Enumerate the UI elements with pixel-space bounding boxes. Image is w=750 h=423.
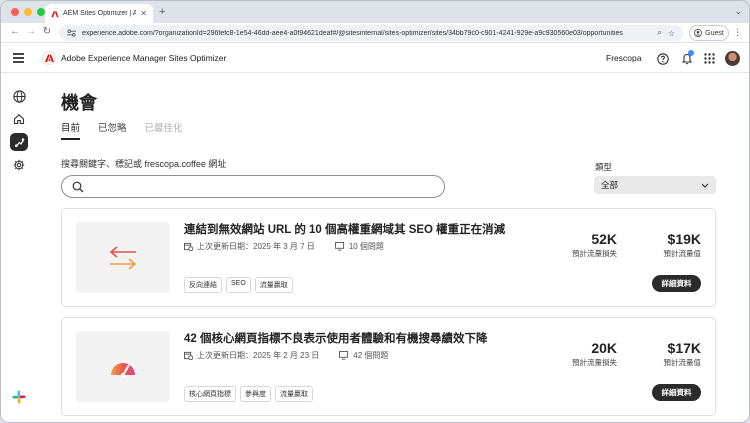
issues-count: 42 個問題 (353, 351, 389, 360)
card-tags: 反向連結 SEO 流量贏取 (184, 277, 293, 293)
tab-ignored[interactable]: 已忽略 (98, 120, 127, 140)
issues-screen-icon (334, 242, 344, 251)
left-rail (1, 73, 37, 422)
card-tags: 核心網頁指標 參與度 流量贏取 (184, 386, 313, 402)
type-filter-label: 類型 (595, 162, 613, 172)
bookmark-star-icon[interactable]: ☆ (668, 29, 675, 38)
address-bar[interactable]: experience.adobe.com/?organizationId=296… (59, 25, 683, 41)
calendar-clock-icon (184, 242, 193, 251)
traffic-value-metric: $17K 預計流量值 (664, 340, 702, 368)
browser-tab-title: AEM Sites Optimizer | Adobe (63, 10, 136, 17)
main-content: 機會 目前 已忽略 已最佳化 搜尋關鍵字、標記或 frescopa.coffee… (37, 73, 749, 422)
browser-tab-strip: AEM Sites Optimizer | Adobe ✕ + ⌄ (1, 1, 749, 23)
details-button[interactable]: 詳細資料 (652, 275, 701, 292)
app-title: Adobe Experience Manager Sites Optimizer (61, 53, 227, 63)
app-header: Adobe Experience Manager Sites Optimizer… (1, 44, 749, 73)
traffic-value-value: $17K (667, 340, 701, 356)
notification-dot (688, 50, 694, 56)
card-title: 42 個核心網頁指標不良表示使用者體驗和有機搜尋績效下降 (184, 333, 488, 345)
traffic-value-label: 預計流量值 (663, 358, 702, 367)
traffic-value-metric: $19K 預計流量值 (664, 231, 702, 259)
url-text: experience.adobe.com/?organizationId=296… (82, 29, 623, 37)
redirect-arrows-icon (109, 245, 137, 270)
profile-label: Guest (705, 29, 724, 37)
tag[interactable]: 核心網頁指標 (184, 386, 236, 402)
card-meta: 上次更新日期：2025 年 2 月 23 日 42 個問題 (184, 350, 388, 361)
window-controls (11, 8, 45, 16)
chevron-down-icon (701, 183, 709, 188)
traffic-loss-value: 52K (591, 231, 617, 247)
help-icon[interactable] (656, 52, 669, 65)
back-button[interactable]: ← (9, 26, 21, 37)
guest-profile-icon (694, 29, 703, 37)
settings-gear-icon[interactable] (10, 156, 28, 174)
page-title: 機會 (61, 93, 97, 113)
traffic-loss-label: 預計流量損失 (572, 358, 617, 367)
type-filter-select[interactable]: 全部 (594, 176, 716, 194)
org-switcher[interactable]: Frescopa (606, 53, 641, 63)
browser-window: AEM Sites Optimizer | Adobe ✕ + ⌄ ← → ↻ … (0, 0, 750, 423)
speed-gauge-icon (111, 362, 135, 377)
tag[interactable]: 流量贏取 (254, 277, 293, 293)
browser-toolbar: ← → ↻ experience.adobe.com/?organization… (1, 23, 749, 43)
new-tab-button[interactable]: + (159, 6, 165, 18)
browser-menu-icon[interactable]: ⋮ (733, 27, 742, 38)
search-field[interactable] (61, 175, 445, 198)
forward-button[interactable]: → (25, 26, 37, 37)
details-button[interactable]: 詳細資料 (652, 384, 701, 401)
adobe-logo-icon[interactable] (42, 51, 56, 65)
site-settings-icon[interactable] (67, 29, 76, 37)
tab-search-chevron-icon[interactable]: ⌄ (734, 6, 742, 17)
slack-icon[interactable] (12, 390, 26, 404)
opportunity-card[interactable]: 連結到無效網站 URL 的 10 個高權重網域其 SEO 權重正在消減 上次更新… (61, 208, 716, 307)
tab-current[interactable]: 目前 (61, 120, 81, 140)
traffic-loss-metric: 52K 預計流量損失 (572, 231, 617, 259)
traffic-loss-label: 預計流量損失 (572, 249, 617, 258)
minimize-window-button[interactable] (24, 8, 32, 16)
last-updated-text: 上次更新日期：2025 年 3 月 7 日 (197, 242, 315, 251)
maximize-window-button[interactable] (37, 8, 45, 16)
traffic-value-label: 預計流量值 (663, 249, 702, 258)
card-meta: 上次更新日期：2025 年 3 月 7 日 10 個問題 (184, 241, 384, 252)
tag[interactable]: 參與度 (240, 386, 271, 402)
type-filter-value: 全部 (601, 180, 619, 190)
hamburger-menu-icon[interactable] (13, 53, 24, 65)
zoom-icon[interactable]: ⌕ (657, 28, 661, 38)
tag[interactable]: SEO (226, 277, 251, 293)
opportunity-tabs: 目前 已忽略 已最佳化 (61, 120, 183, 140)
close-tab-icon[interactable]: ✕ (140, 9, 147, 18)
search-input[interactable] (88, 179, 438, 194)
reload-button[interactable]: ↻ (41, 26, 53, 37)
tab-optimized[interactable]: 已最佳化 (145, 120, 183, 140)
close-window-button[interactable] (11, 8, 19, 16)
home-icon[interactable] (10, 110, 28, 128)
traffic-value-value: $19K (667, 231, 701, 247)
globe-icon[interactable] (10, 87, 28, 105)
app-switcher-grid-icon[interactable] (703, 52, 716, 65)
notifications-bell-icon[interactable] (680, 50, 694, 65)
traffic-loss-value: 20K (591, 340, 617, 356)
tag[interactable]: 反向連結 (184, 277, 222, 293)
search-label: 搜尋關鍵字、標記或 frescopa.coffee 網址 (61, 159, 227, 169)
search-icon (72, 181, 84, 193)
card-thumbnail (76, 222, 170, 293)
adobe-favicon-icon (51, 10, 59, 17)
user-avatar[interactable] (725, 51, 740, 66)
card-title: 連結到無效網站 URL 的 10 個高權重網域其 SEO 權重正在消減 (184, 224, 506, 236)
card-thumbnail (76, 331, 170, 402)
browser-tab[interactable]: AEM Sites Optimizer | Adobe ✕ (45, 4, 153, 23)
traffic-loss-metric: 20K 預計流量損失 (572, 340, 617, 368)
opportunity-card[interactable]: 42 個核心網頁指標不良表示使用者體驗和有機搜尋績效下降 上次更新日期：2025… (61, 317, 716, 416)
profile-button[interactable]: Guest (689, 25, 729, 41)
issues-count: 10 個問題 (348, 242, 384, 251)
tag[interactable]: 流量贏取 (275, 386, 313, 402)
calendar-clock-icon (184, 351, 193, 360)
last-updated-text: 上次更新日期：2025 年 2 月 23 日 (197, 351, 320, 360)
opportunities-nav-icon[interactable] (10, 133, 28, 151)
issues-screen-icon (339, 351, 349, 360)
